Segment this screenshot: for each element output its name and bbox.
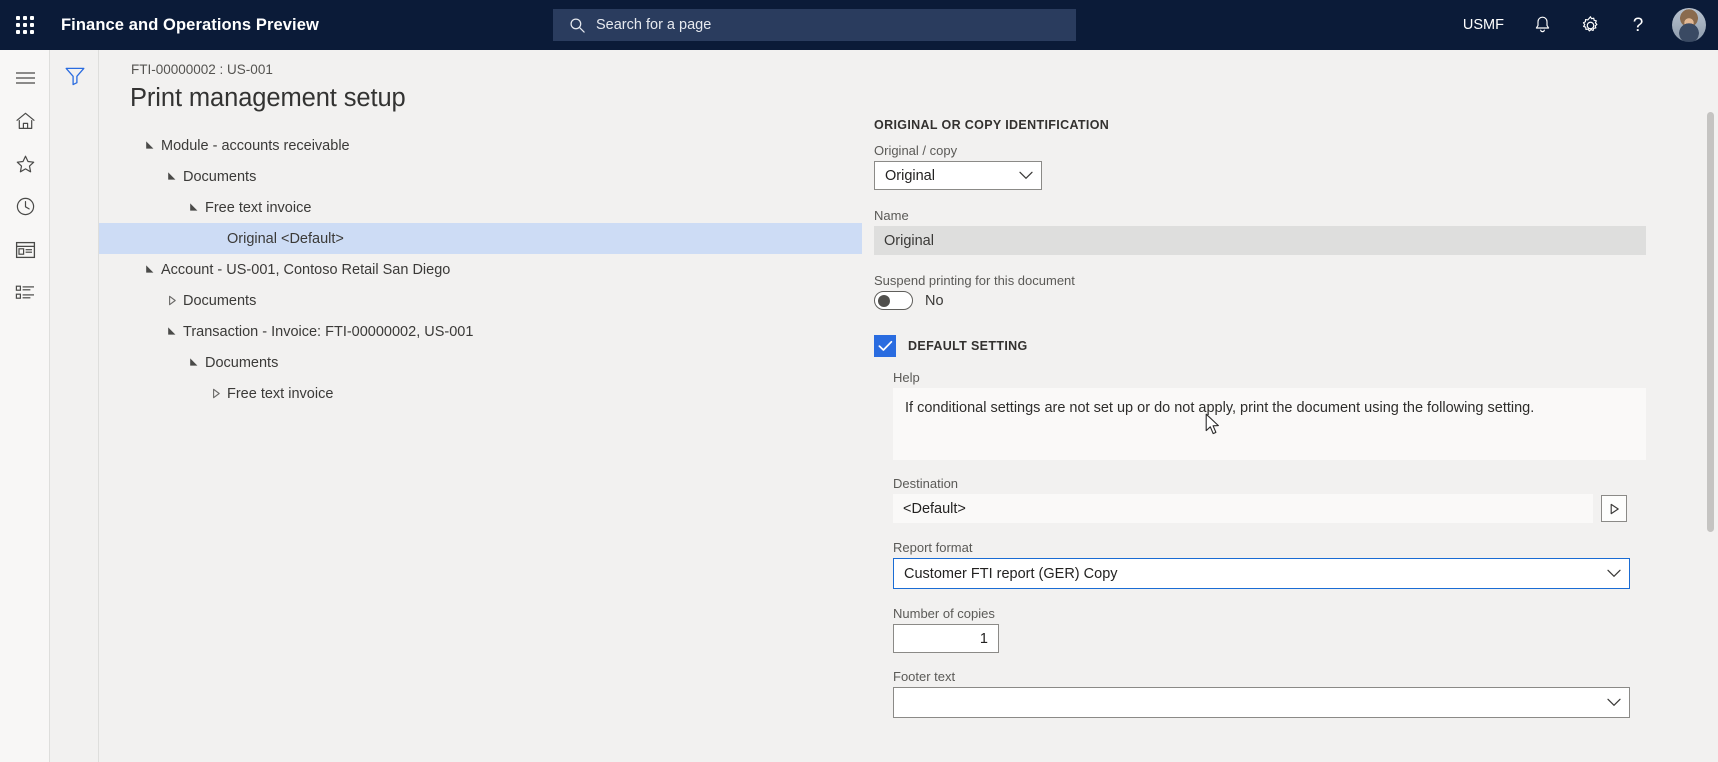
tree-expanded-triangle-icon[interactable] [183,357,205,368]
help-label: Help [893,370,920,385]
footer-text-label: Footer text [893,669,956,684]
page-title: Print management setup [130,84,406,112]
default-setting-checkbox[interactable] [874,335,896,357]
default-setting-row: DEFAULT SETTING [874,335,1664,357]
print-management-tree: Module - accounts receivable Documents Fre… [99,130,862,409]
left-icon-rail [0,50,50,762]
company-selector[interactable]: USMF [1463,17,1504,33]
tree-node-label: Module - accounts receivable [161,137,350,154]
destination-label: Destination [893,476,959,491]
star-icon[interactable] [0,142,50,185]
destination-field[interactable]: <Default> [893,494,1593,523]
tree-node[interactable]: Free text invoice [99,192,862,223]
tree-node-label: Free text invoice [205,199,312,216]
report-format-value: Customer FTI report (GER) Copy [904,565,1118,582]
tree-node-label: Documents [205,354,279,371]
tree-node[interactable]: Free text invoice [99,378,862,409]
tree-node[interactable]: Documents [99,285,862,316]
tree-node-label: Account - US-001, Contoso Retail San Die… [161,261,451,278]
name-value: Original [884,232,934,249]
tree-node[interactable]: Module - accounts receivable [99,130,862,161]
destination-row: <Default> [893,494,1664,523]
search-input[interactable]: Search for a page [553,9,1076,41]
hamburger-menu-icon[interactable] [0,56,50,99]
tree-node[interactable]: Documents [99,347,862,378]
suspend-printing-row: No [874,291,1664,310]
destination-value: <Default> [903,500,966,517]
tree-collapsed-triangle-icon[interactable] [161,295,183,306]
tree-expanded-triangle-icon[interactable] [183,202,205,213]
app-launcher-icon[interactable] [0,0,50,50]
report-format-label: Report format [893,540,973,555]
scrollbar-thumb[interactable] [1707,112,1714,532]
name-label: Name [874,208,909,223]
number-of-copies-input[interactable]: 1 [893,624,999,653]
checkmark-icon [878,340,892,351]
number-of-copies-value: 1 [979,630,988,647]
tree-collapsed-triangle-icon[interactable] [205,388,227,399]
suspend-printing-value: No [925,292,944,309]
tree-node-label: Documents [183,168,257,185]
home-icon[interactable] [0,99,50,142]
gear-icon[interactable] [1566,0,1614,50]
play-triangle-icon[interactable] [1601,495,1627,522]
original-copy-dropdown[interactable]: Original [874,161,1042,190]
default-setting-body: Help If conditional settings are not set… [874,370,1664,718]
app-title: Finance and Operations Preview [61,15,319,34]
suspend-printing-toggle[interactable] [874,291,913,310]
footer-text-dropdown[interactable] [893,687,1630,718]
breadcrumb[interactable]: FTI-00000002 : US-001 [131,62,273,77]
tree-node-label: Documents [183,292,257,309]
page-content: FTI-00000002 : US-001 Print management s… [99,50,1718,762]
user-avatar[interactable] [1672,8,1706,42]
tree-node-label: Original <Default> [227,230,344,247]
vertical-scrollbar[interactable] [1707,112,1714,752]
top-navigation-bar: Finance and Operations Preview Search fo… [0,0,1718,50]
toggle-knob [878,294,890,307]
tree-node[interactable]: Documents [99,161,862,192]
original-copy-label: Original / copy [874,143,958,158]
search-placeholder: Search for a page [596,17,712,33]
setting-details-pane: ORIGINAL OR COPY IDENTIFICATION Original… [874,118,1664,762]
chevron-down-icon [1019,171,1033,180]
tree-node-label: Transaction - Invoice: FTI-00000002, US-… [183,323,474,340]
tree-node[interactable]: Account - US-001, Contoso Retail San Die… [99,254,862,285]
tree-node-label: Free text invoice [227,385,334,402]
tree-node[interactable]: Original <Default> [99,223,862,254]
name-field: Original [874,226,1646,255]
search-icon [570,17,585,33]
suspend-printing-label: Suspend printing for this document [874,273,1075,288]
chevron-down-icon [1607,698,1621,707]
bell-icon[interactable] [1518,0,1566,50]
number-of-copies-label: Number of copies [893,606,995,621]
tree-expanded-triangle-icon[interactable] [139,264,161,275]
tree-node[interactable]: Transaction - Invoice: FTI-00000002, US-… [99,316,862,347]
filter-pane-strip [51,50,99,762]
tree-expanded-triangle-icon[interactable] [161,171,183,182]
tree-expanded-triangle-icon[interactable] [139,140,161,151]
clock-icon[interactable] [0,185,50,228]
workspace-icon[interactable] [0,228,50,271]
svg-text:?: ? [1633,15,1644,36]
modules-list-icon[interactable] [0,271,50,314]
tree-expanded-triangle-icon[interactable] [161,326,183,337]
waffle-grid [16,16,34,34]
chevron-down-icon [1607,569,1621,578]
topbar-right-group: USMF ? [1463,0,1718,50]
original-copy-value: Original [885,167,935,184]
filter-funnel-icon[interactable] [55,60,95,92]
report-format-dropdown[interactable]: Customer FTI report (GER) Copy [893,558,1630,589]
help-text: If conditional settings are not set up o… [893,388,1646,460]
default-setting-label: DEFAULT SETTING [908,339,1028,353]
identification-section-header: ORIGINAL OR COPY IDENTIFICATION [874,118,1110,132]
question-mark-icon[interactable]: ? [1614,0,1662,50]
